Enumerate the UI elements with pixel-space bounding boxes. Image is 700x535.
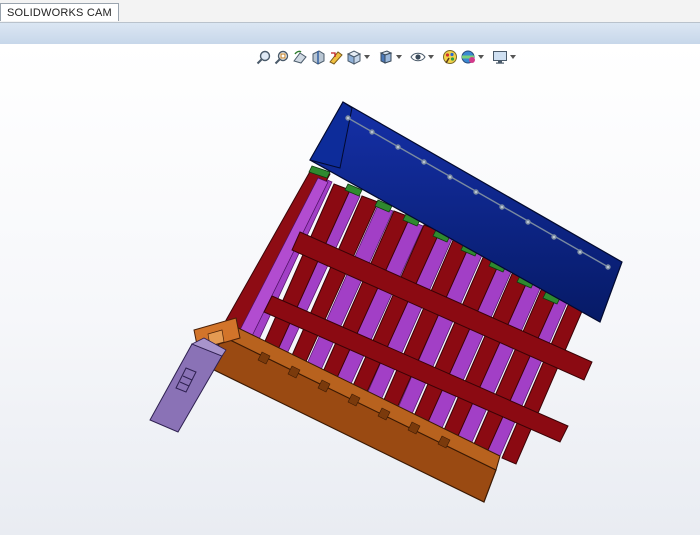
- screw-head: [499, 204, 505, 210]
- screw-head: [525, 219, 531, 225]
- graphics-area[interactable]: [0, 44, 700, 535]
- screw-head: [369, 129, 375, 135]
- screw-head: [421, 159, 427, 165]
- screw-head: [577, 249, 583, 255]
- handle: [149, 343, 223, 433]
- command-manager-strip: [0, 23, 700, 45]
- screw-head: [395, 144, 401, 150]
- document-tab[interactable]: SOLIDWORKS CAM: [0, 3, 119, 21]
- screw-head: [447, 174, 453, 180]
- screw-head: [473, 189, 479, 195]
- screw-head: [345, 115, 351, 121]
- screw-head: [605, 264, 611, 270]
- cad-assembly-model[interactable]: [0, 44, 700, 535]
- screw-head: [551, 234, 557, 240]
- document-tab-bar: SOLIDWORKS CAM: [0, 0, 700, 23]
